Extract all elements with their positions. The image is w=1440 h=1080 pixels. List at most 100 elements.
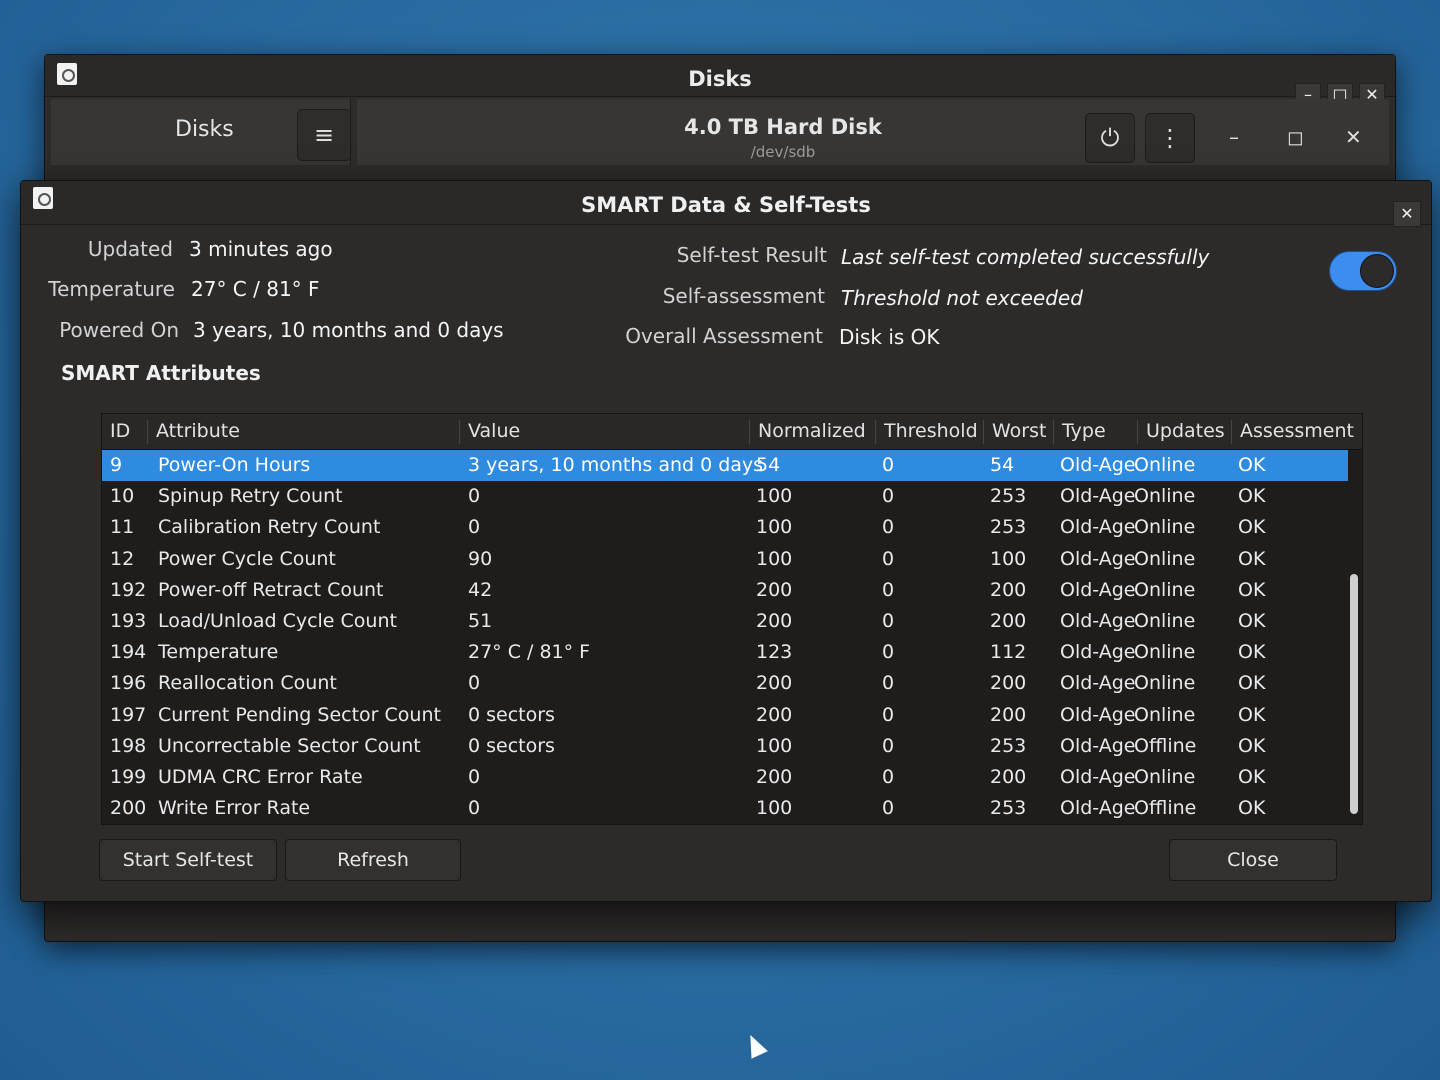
cell-assessment: OK [1238, 516, 1266, 539]
cell-attribute: Spinup Retry Count [158, 485, 343, 508]
column-header-updates[interactable]: Updates [1138, 420, 1232, 444]
cell-worst: 200 [990, 672, 1027, 695]
cell-assessment: OK [1238, 578, 1266, 601]
temperature-label: Temperature [48, 277, 175, 301]
column-header-type[interactable]: Type [1054, 420, 1138, 444]
cell-worst: 253 [990, 734, 1027, 757]
cell-threshold: 0 [882, 797, 895, 820]
cell-id: 192 [110, 578, 147, 601]
cell-attribute: Write Error Rate [158, 797, 311, 820]
updated-label: Updated [87, 237, 173, 261]
column-header-assessment[interactable]: Assessment [1232, 420, 1362, 444]
cell-threshold: 0 [882, 672, 895, 695]
cell-value: 0 [468, 672, 481, 695]
cell-id: 197 [110, 703, 147, 726]
cell-attribute: Calibration Retry Count [158, 516, 381, 539]
column-header-threshold[interactable]: Threshold [876, 420, 984, 444]
cell-value: 3 years, 10 months and 0 days [468, 454, 764, 476]
cell-type: Old-Age [1060, 516, 1136, 539]
cell-id: 10 [110, 485, 135, 508]
disk-device: /dev/sdb [750, 143, 816, 161]
more-options-button[interactable]: ⋮ [1145, 113, 1195, 163]
cell-normalized: 200 [756, 765, 793, 788]
hamburger-menu-button[interactable]: ≡ [297, 109, 351, 161]
table-row[interactable]: 11 Calibration Retry Count 0 100 0 253 Old-Age… [102, 512, 1348, 543]
cell-worst: 253 [990, 797, 1027, 820]
cell-type: Old-Age [1060, 485, 1136, 508]
cell-updates: Online [1134, 765, 1196, 788]
table-row[interactable]: 199 UDMA CRC Error Rate 0 200 0 200 Old-Age Onl… [102, 762, 1348, 793]
cell-threshold: 0 [882, 516, 895, 539]
cell-assessment: OK [1238, 734, 1266, 757]
table-row[interactable]: 193 Load/Unload Cycle Count 51 200 0 200 Old-A… [102, 606, 1348, 637]
cell-worst: 112 [990, 641, 1027, 664]
cell-assessment: OK [1238, 485, 1266, 508]
cell-value: 0 [468, 516, 481, 539]
table-row[interactable]: 194 Temperature 27° C / 81° F 123 0 112 Old-Ag… [102, 637, 1348, 668]
table-row[interactable]: 198 Uncorrectable Sector Count 0 sectors 10… [102, 731, 1348, 762]
updated-value: 3 minutes ago [189, 237, 333, 261]
dialog-title: SMART Data & Self-Tests [581, 193, 871, 217]
overall-assessment-label: Overall Assessment [625, 324, 823, 348]
minimize-icon[interactable]: – [1229, 125, 1239, 149]
close-icon[interactable]: ✕ [1345, 125, 1362, 149]
cell-normalized: 200 [756, 703, 793, 726]
overall-assessment-value: Disk is OK [839, 325, 940, 349]
cell-updates: Online [1134, 641, 1196, 664]
column-header-value[interactable]: Value [460, 420, 750, 444]
smart-enable-toggle[interactable] [1329, 251, 1397, 291]
power-off-button[interactable]: ⏻ [1085, 113, 1135, 163]
cell-id: 11 [110, 516, 135, 539]
cell-normalized: 100 [756, 516, 793, 539]
cell-id: 12 [110, 547, 135, 570]
table-row[interactable]: 10 Spinup Retry Count 0 100 0 253 Old-Age Onlin… [102, 481, 1348, 512]
cell-type: Old-Age [1060, 578, 1136, 601]
start-self-test-button[interactable]: Start Self-test [99, 839, 277, 881]
cell-assessment: OK [1238, 797, 1266, 820]
cell-assessment: OK [1238, 609, 1266, 632]
column-header-id[interactable]: ID [102, 420, 148, 444]
refresh-button[interactable]: Refresh [285, 839, 461, 881]
table-row[interactable]: 200 Write Error Rate 0 100 0 253 Old-Age Offlin… [102, 793, 1348, 824]
cell-worst: 200 [990, 703, 1027, 726]
column-header-normalized[interactable]: Normalized [750, 420, 876, 444]
close-button[interactable]: Close [1169, 839, 1337, 881]
column-header-worst[interactable]: Worst [984, 420, 1054, 444]
self-test-value: Last self-test completed successfully [841, 245, 1210, 269]
cell-value: 0 sectors [468, 734, 555, 757]
table-row[interactable]: 192 Power-off Retract Count 42 200 0 200 Old-A… [102, 575, 1348, 606]
mouse-cursor-icon [742, 1031, 768, 1059]
cell-normalized: 200 [756, 609, 793, 632]
cell-normalized: 100 [756, 797, 793, 820]
cell-threshold: 0 [882, 765, 895, 788]
column-header-attribute[interactable]: Attribute [148, 420, 460, 444]
cell-worst: 200 [990, 765, 1027, 788]
maximize-icon[interactable]: ◻ [1287, 125, 1304, 149]
self-test-label: Self-test Result [676, 243, 827, 267]
cell-id: 9 [110, 454, 123, 476]
table-row[interactable]: 197 Current Pending Sector Count 0 sectors… [102, 700, 1348, 731]
cell-threshold: 0 [882, 703, 895, 726]
dialog-close-button[interactable]: ✕ [1393, 201, 1421, 227]
cell-type: Old-Age [1060, 734, 1136, 757]
table-scrollbar[interactable] [1350, 574, 1358, 814]
table-row[interactable]: 12 Power Cycle Count 90 100 0 100 Old-Age Onlin… [102, 544, 1348, 575]
cell-type: Old-Age [1060, 672, 1136, 695]
cell-normalized: 100 [756, 547, 793, 570]
self-assessment-label: Self-assessment [662, 284, 825, 308]
cell-value: 0 [468, 485, 481, 508]
cell-attribute: Power-off Retract Count [158, 578, 384, 601]
cell-type: Old-Age [1060, 547, 1136, 570]
powered-on-label: Powered On [59, 318, 179, 342]
cell-updates: Online [1134, 516, 1196, 539]
table-row[interactable]: 196 Reallocation Count 0 200 0 200 Old-Age Onli… [102, 668, 1348, 699]
table-row[interactable]: 9 Power-On Hours 3 years, 10 months and 0 … [102, 450, 1348, 482]
cell-updates: Online [1134, 454, 1196, 476]
cell-value: 51 [468, 609, 493, 632]
power-icon: ⏻ [1100, 124, 1120, 152]
disk-title: 4.0 TB Hard Disk [684, 115, 882, 139]
cell-threshold: 0 [882, 547, 895, 570]
cell-type: Old-Age [1060, 609, 1136, 632]
smart-attributes-table[interactable]: ID Attribute Value Normalized Threshold … [101, 413, 1363, 825]
dialog-titlebar: SMART Data & Self-Tests ✕ [21, 181, 1431, 227]
